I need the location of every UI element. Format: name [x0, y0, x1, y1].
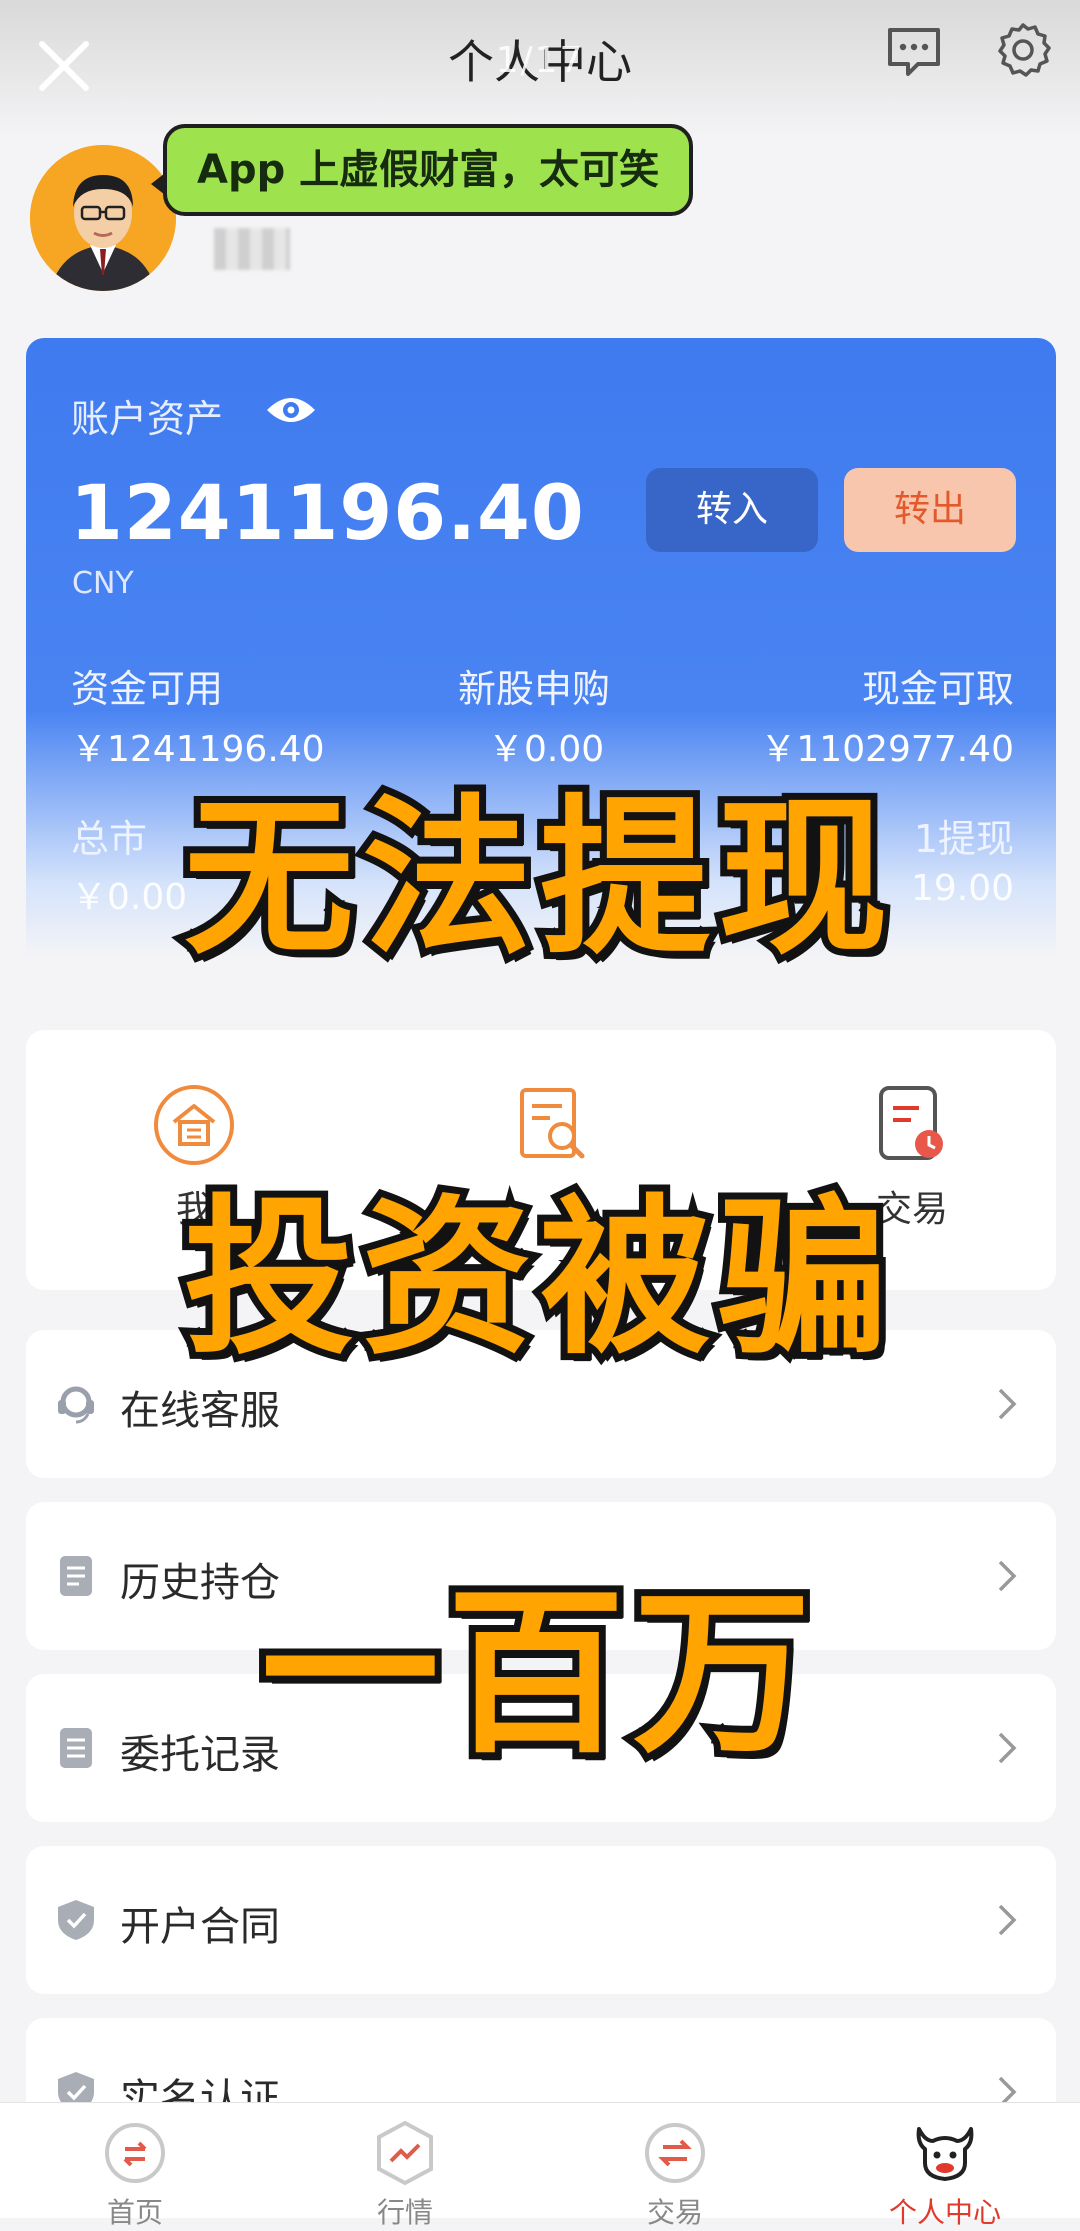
- tab-profile[interactable]: 个人中心: [845, 2119, 1045, 2231]
- menu-label: 开户合同: [120, 1904, 280, 1950]
- overlay-caption-1: 无法提现: [177, 773, 896, 985]
- tab-market[interactable]: 行情: [305, 2119, 505, 2231]
- overlay-caption-2: 投资被骗: [177, 1173, 896, 1385]
- bottom-tab-bar: 首页 行情 交易 个人中心: [0, 2102, 1080, 2229]
- menu-item-account-contract[interactable]: 开户合同: [26, 1846, 1056, 1994]
- gear-icon[interactable]: [992, 20, 1054, 82]
- chevron-right-icon: [998, 1904, 1017, 1936]
- home-icon: [105, 2123, 165, 2183]
- tab-trade[interactable]: 交易: [575, 2119, 775, 2231]
- headset-icon: [58, 1386, 94, 1424]
- avatar[interactable]: [30, 145, 176, 291]
- chevron-right-icon: [998, 1388, 1017, 1420]
- top-bar: 个人中心 1/17: [0, 0, 1080, 140]
- tab-label: 交易: [646, 2196, 703, 2229]
- avatar-portrait-icon: [30, 145, 176, 291]
- asset-currency: CNY: [72, 566, 134, 601]
- tab-label: 个人中心: [888, 2196, 1001, 2229]
- bull-icon: [916, 2127, 974, 2181]
- tab-label: 首页: [106, 2196, 163, 2229]
- menu-label: 在线客服: [120, 1388, 280, 1434]
- username-redacted: [214, 228, 290, 270]
- tab-label: 行情: [376, 2196, 433, 2229]
- exchange-icon: [645, 2123, 705, 2183]
- stat-available-label: 资金可用: [71, 667, 224, 711]
- caption-callout: App 上虚假财富，太可笑: [163, 124, 694, 216]
- overlay-caption-3: 一百万: [254, 1563, 819, 1784]
- eye-icon[interactable]: [264, 392, 318, 428]
- stat-withdrawable-label: 现金可取: [861, 667, 1014, 711]
- transfer-in-button[interactable]: 转入: [646, 468, 818, 552]
- asset-total: 1241196.40: [70, 468, 585, 557]
- tab-home[interactable]: 首页: [35, 2119, 235, 2231]
- transfer-out-button[interactable]: 转出: [844, 468, 1016, 552]
- stat-ipo-label: 新股申购: [458, 667, 611, 711]
- shield-icon: [58, 1900, 94, 1940]
- asset-label: 账户资产: [71, 397, 224, 441]
- market-icon: [377, 2120, 433, 2186]
- message-icon[interactable]: [884, 24, 944, 80]
